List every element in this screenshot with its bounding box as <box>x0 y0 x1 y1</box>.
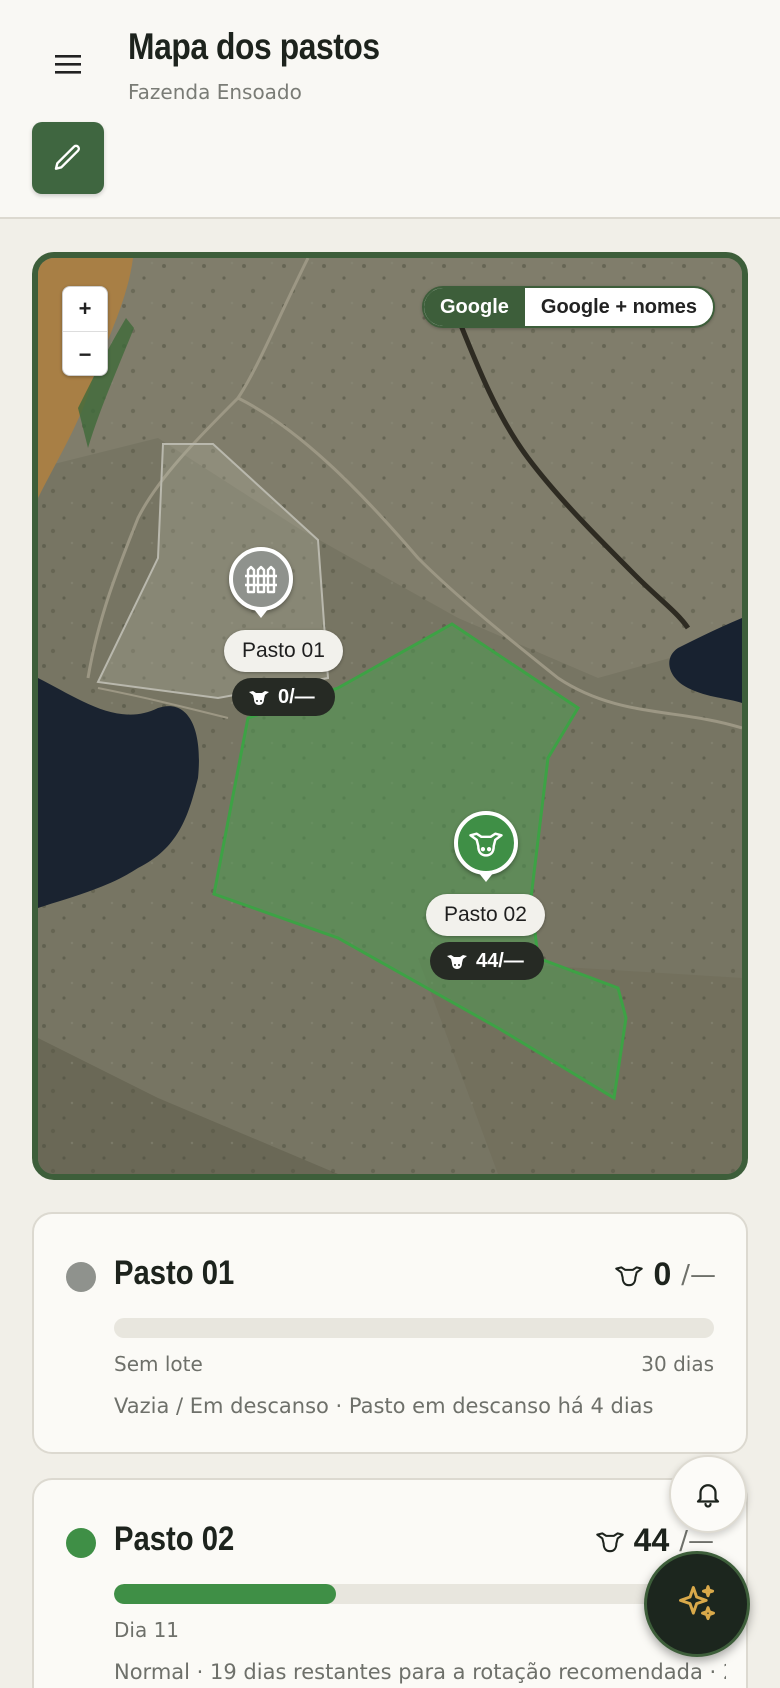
bell-icon <box>696 1484 720 1508</box>
pasture-name: Pasto 02 <box>114 1520 235 1558</box>
layer-google-names-button[interactable]: Google + nomes <box>525 288 713 326</box>
status-dot <box>66 1262 96 1292</box>
sparkles-icon <box>679 1585 715 1621</box>
map-layer-toggle: Google Google + nomes <box>422 286 716 328</box>
pasture-card-pasto-01[interactable]: Pasto 01 0 /— Sem lote 30 dias Vazia / E… <box>32 1212 748 1454</box>
farm-name: Fazenda Ensoado <box>128 80 302 104</box>
pasture-name: Pasto 01 <box>114 1254 235 1292</box>
pasture-status: Normal · 19 dias restantes para a rotaçã… <box>114 1660 726 1684</box>
marker-count-value: 0/— <box>278 685 315 708</box>
animal-count-value: 0 <box>653 1256 672 1292</box>
rotation-days: 30 dias <box>641 1352 714 1376</box>
rotation-progress-bar <box>114 1584 714 1604</box>
zoom-out-button[interactable]: − <box>63 332 107 375</box>
cow-icon <box>469 832 503 857</box>
marker-pasto-01[interactable] <box>229 547 293 618</box>
fence-icon <box>245 565 277 594</box>
animal-count: 0 /— <box>615 1256 716 1293</box>
day-label: Dia 11 <box>114 1618 180 1642</box>
rotation-progress-bar <box>114 1318 714 1338</box>
layer-google-button[interactable]: Google <box>424 288 525 326</box>
hamburger-menu-icon <box>55 55 81 74</box>
capacity-value: /— <box>681 1259 716 1290</box>
cow-icon <box>615 1265 644 1286</box>
marker-count-value: 44/— <box>476 949 524 972</box>
marker-count-pasto-02: 44/— <box>430 942 544 980</box>
satellite-map-layer[interactable] <box>38 258 742 1174</box>
animal-count-value: 44 <box>633 1522 670 1558</box>
lot-label: Sem lote <box>114 1352 203 1376</box>
marker-name-pasto-01[interactable]: Pasto 01 <box>224 630 343 672</box>
ai-assistant-button[interactable] <box>644 1551 750 1657</box>
status-dot <box>66 1528 96 1558</box>
edit-button[interactable] <box>32 122 104 194</box>
marker-count-pasto-01: 0/— <box>232 678 335 716</box>
progress-fill <box>114 1584 336 1604</box>
cow-icon <box>447 955 467 969</box>
marker-pasto-02[interactable] <box>454 811 518 882</box>
cow-icon <box>595 1531 624 1552</box>
pencil-icon <box>54 144 81 170</box>
zoom-control: + − <box>62 286 108 376</box>
pasture-map[interactable]: + − Google Google + nomes Pasto 01 0/— P… <box>32 252 748 1180</box>
pasture-card-pasto-02[interactable]: Pasto 02 44 /— Dia 11 3 Normal · 19 dias… <box>32 1478 748 1688</box>
zoom-in-button[interactable]: + <box>63 287 107 332</box>
app-header: Mapa dos pastos Fazenda Ensoado <box>0 0 780 219</box>
pasture-status: Vazia / Em descanso · Pasto em descanso … <box>114 1394 654 1418</box>
marker-name-pasto-02[interactable]: Pasto 02 <box>426 894 545 936</box>
cow-icon <box>249 691 269 705</box>
page-title: Mapa dos pastos <box>128 26 380 67</box>
notifications-button[interactable] <box>669 1455 747 1533</box>
menu-button[interactable] <box>48 44 88 84</box>
